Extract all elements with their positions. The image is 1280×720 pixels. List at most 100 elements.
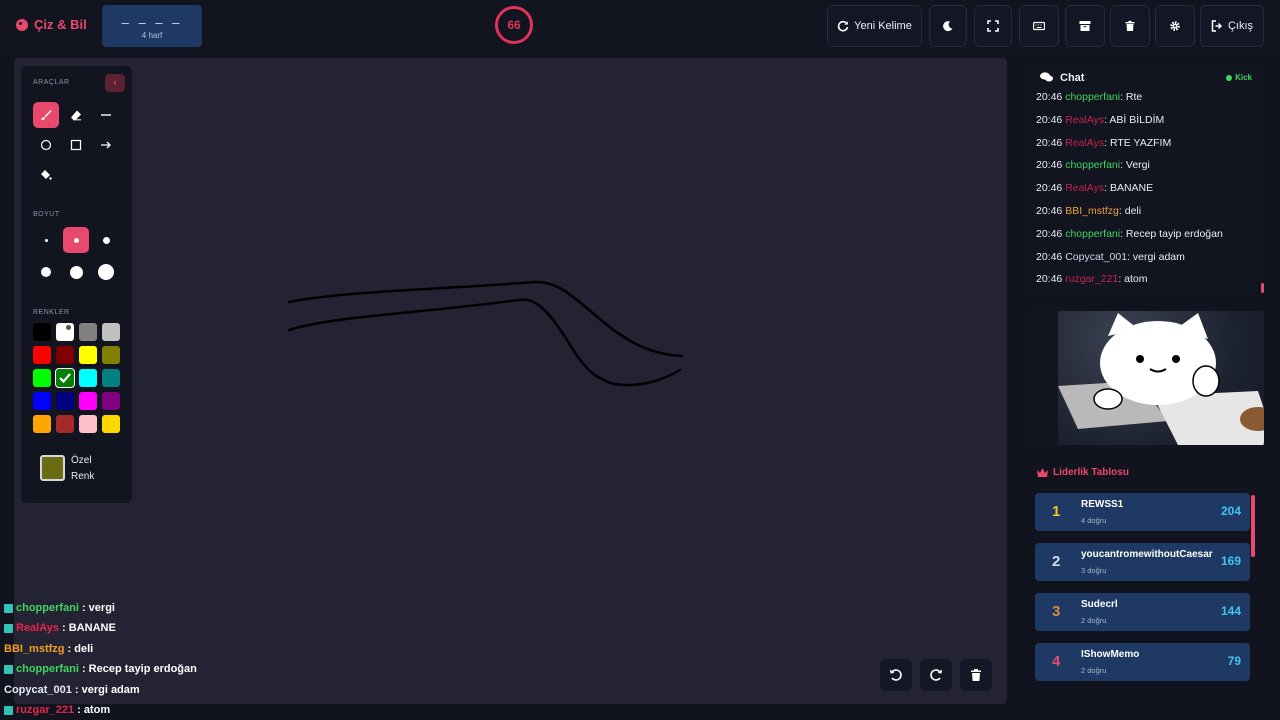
- color-swatch[interactable]: [102, 346, 120, 364]
- color-swatch[interactable]: [102, 323, 120, 341]
- correct-count: 2 doğru: [1081, 616, 1107, 625]
- size-option-5[interactable]: [63, 259, 89, 285]
- keyboard-button[interactable]: [1019, 5, 1059, 47]
- platform-status: Kick: [1226, 73, 1252, 82]
- color-swatch[interactable]: [56, 392, 74, 410]
- message-time: 20:46: [1036, 182, 1063, 195]
- square-icon: [70, 139, 82, 151]
- color-swatch[interactable]: [56, 346, 74, 364]
- rectangle-tool[interactable]: [63, 132, 89, 158]
- chat-title: Chat: [1060, 72, 1085, 84]
- color-swatch[interactable]: [33, 346, 51, 364]
- fullscreen-button[interactable]: [974, 5, 1012, 47]
- logout-label: Çıkış: [1227, 20, 1254, 32]
- rank-number: 4: [1052, 653, 1061, 670]
- chat-message: 20:46 RealAys: ABİ BİLDİM: [1036, 114, 1164, 126]
- line-tool[interactable]: [93, 102, 119, 128]
- chat-message: 20:46 BBI_mstfzg: deli: [1036, 205, 1141, 217]
- word-length: 4 harf: [141, 31, 163, 40]
- color-swatch[interactable]: [79, 415, 97, 433]
- chat-message: 20:46 chopperfani: Rte: [1036, 91, 1142, 103]
- message-text: : BANANE: [1104, 182, 1154, 195]
- size-option-3[interactable]: [93, 227, 119, 253]
- message-text: : deli: [1118, 205, 1142, 217]
- overlay-user: ruzgar_221: [16, 704, 75, 716]
- color-swatch[interactable]: [79, 346, 97, 364]
- color-swatch[interactable]: [102, 415, 120, 433]
- countdown-timer: 66: [495, 6, 533, 44]
- color-swatch[interactable]: [33, 323, 51, 341]
- clear-canvas-button[interactable]: [960, 659, 992, 691]
- overlay-text: : BANANE: [62, 622, 116, 635]
- overlay-text: : atom: [77, 704, 111, 716]
- message-user[interactable]: ruzgar_221: [1065, 273, 1118, 285]
- message-user[interactable]: Copycat_001: [1065, 251, 1127, 263]
- redo-button[interactable]: [920, 659, 952, 691]
- color-swatch[interactable]: [33, 392, 51, 410]
- settings-button[interactable]: [1155, 5, 1195, 47]
- arrow-tool[interactable]: [93, 132, 119, 158]
- message-user[interactable]: RealAys: [1065, 182, 1104, 194]
- chat-message: 20:46 ruzgar_221: atom: [1036, 273, 1148, 285]
- message-user[interactable]: chopperfani: [1065, 91, 1120, 103]
- color-swatch[interactable]: [56, 415, 74, 433]
- undo-icon: [890, 669, 902, 681]
- theme-toggle-button[interactable]: [929, 5, 967, 47]
- badge-icon: [4, 705, 13, 715]
- chat-scrollbar[interactable]: [1261, 283, 1264, 293]
- leaderboard-scrollbar[interactable]: [1251, 495, 1255, 557]
- player-name: IShowMemo: [1081, 649, 1140, 660]
- custom-color-button[interactable]: Özel Renk: [37, 450, 121, 496]
- badge-icon: [4, 603, 13, 613]
- archive-button[interactable]: [1065, 5, 1105, 47]
- color-swatch[interactable]: [102, 369, 120, 387]
- chat-message: 20:46 Copycat_001: vergi adam: [1036, 251, 1185, 263]
- size-option-6[interactable]: [93, 259, 119, 285]
- leaderboard-title: Liderlik Tablosu: [1037, 467, 1129, 478]
- color-swatch[interactable]: [102, 392, 120, 410]
- size-option-4[interactable]: [33, 259, 59, 285]
- message-user[interactable]: BBI_mstfzg: [1065, 205, 1119, 217]
- fill-tool[interactable]: [33, 162, 59, 188]
- custom-color-swatch: [40, 455, 65, 481]
- undo-button[interactable]: [880, 659, 912, 691]
- overlay-message: Copycat_001: vergi adam: [4, 684, 140, 696]
- color-swatch[interactable]: [79, 392, 97, 410]
- message-user[interactable]: RealAys: [1065, 114, 1104, 126]
- player-score: 204: [1220, 504, 1241, 518]
- eraser-icon: [71, 110, 81, 121]
- message-user[interactable]: chopperfani: [1065, 159, 1120, 171]
- stream-chat-overlay: chopperfani: vergi RealAys: BANANE BBI_mst…: [0, 600, 240, 720]
- message-user[interactable]: RealAys: [1065, 137, 1104, 149]
- message-text: : atom: [1118, 273, 1148, 286]
- color-swatch[interactable]: [55, 368, 75, 388]
- gear-icon: [1170, 21, 1180, 31]
- color-swatch[interactable]: [56, 323, 74, 341]
- clear-button[interactable]: [1110, 5, 1150, 47]
- overlay-text: : vergi adam: [74, 683, 140, 696]
- color-swatch[interactable]: [33, 369, 51, 387]
- color-swatch[interactable]: [79, 369, 97, 387]
- message-time: 20:46: [1036, 273, 1063, 286]
- color-swatch[interactable]: [79, 323, 97, 341]
- custom-color-label-line1: Özel: [71, 455, 92, 466]
- archive-icon: [1079, 21, 1091, 31]
- message-user[interactable]: chopperfani: [1065, 228, 1120, 240]
- color-swatch[interactable]: [33, 415, 51, 433]
- brush-tool[interactable]: [33, 102, 59, 128]
- size-option-2[interactable]: [63, 227, 89, 253]
- overlay-message: RealAys: BANANE: [4, 622, 116, 634]
- correct-count: 2 doğru: [1081, 666, 1107, 675]
- correct-count: 3 doğru: [1081, 566, 1107, 575]
- size-option-1[interactable]: [33, 227, 59, 253]
- eraser-tool[interactable]: [63, 102, 89, 128]
- circle-tool[interactable]: [33, 132, 59, 158]
- top-bar: Çiz & Bil – – – – 4 harf 66 Yeni Kelime …: [0, 0, 1280, 52]
- new-word-button[interactable]: Yeni Kelime: [827, 5, 922, 47]
- logout-button[interactable]: Çıkış: [1200, 5, 1264, 47]
- overlay-message: chopperfani: vergi: [4, 602, 115, 614]
- badge-icon: [4, 623, 13, 633]
- app-name: Çiz & Bil: [34, 17, 87, 32]
- message-text: : Recep tayip erdoğan: [1120, 227, 1223, 240]
- collapse-panel-button[interactable]: ‹: [105, 74, 125, 92]
